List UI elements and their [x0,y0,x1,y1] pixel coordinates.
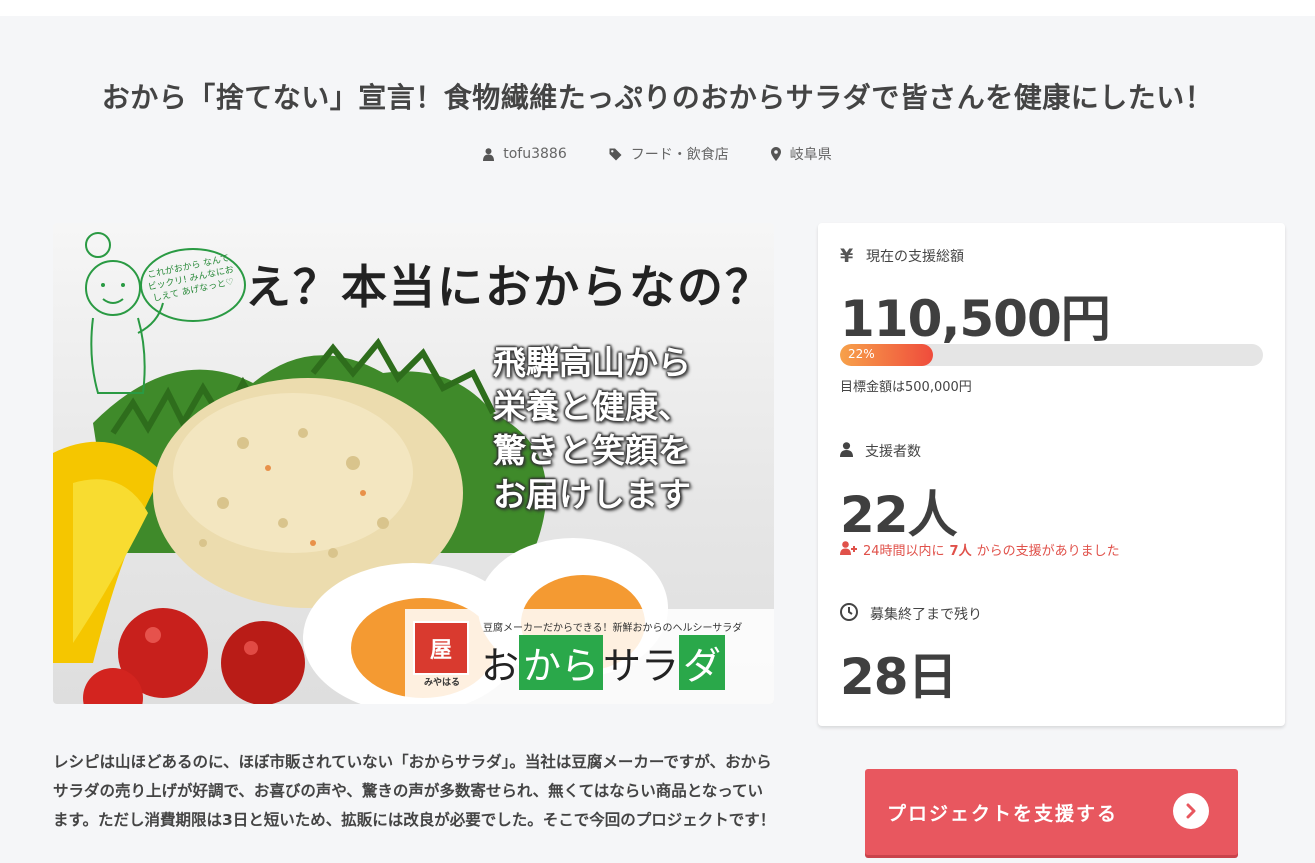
user-plus-icon [840,540,858,559]
backers-value: 22人 [840,486,958,544]
backers-label-text: 支援者数 [865,444,921,460]
meta-category[interactable]: フード・飲食店 [609,144,729,164]
funding-stats-card: ¥ 現在の支援総額 110,500円 22% 目標金額は500,000円 支援者… [818,223,1285,726]
hero-subtext: 飛騨高山から 栄養と健康、 驚きと笑顔を お届けします [493,343,691,514]
progress-percent: 22% [848,347,875,361]
page-title: おから「捨てない」宣言！食物繊維たっぷりのおからサラダで皆さんを健康にしたい！ [101,81,1214,114]
recent-count: 7人 [949,544,972,559]
project-hero-image[interactable]: え？本当におからなの？ 飛騨高山から 栄養と健康、 驚きと笑顔を お届けします … [53,223,774,704]
yen-icon: ¥ [840,245,854,267]
hero-headline: え？本当におからなの？ [245,260,773,314]
amount-label: ¥ 現在の支援総額 [840,245,964,267]
brand-tagline: 豆腐メーカーだからできる！新鮮おからのヘルシーサラダ [483,623,743,634]
meta-owner[interactable]: tofu3886 [483,144,567,164]
map-pin-icon [770,147,781,161]
tag-icon [609,148,622,161]
recent-backers-notice: 24時間以内に 7人 からの支援がありました [840,540,1120,559]
backers-label: 支援者数 [840,441,921,461]
meta-location[interactable]: 岐阜県 [770,144,832,164]
brand-name-part: お [481,644,520,688]
brand-name-part: ダ [679,635,726,690]
chevron-right-circle-icon [1173,793,1209,829]
brand-logo: 屋 [413,621,469,675]
recent-prefix: 24時間以内に [863,544,945,559]
brand-name-part: から [519,635,604,690]
support-project-button[interactable]: プロジェクトを支援する [865,769,1238,855]
remaining-value: 28日 [840,648,958,706]
clock-icon [840,603,858,625]
brand-name-part: サラ [603,644,680,688]
progress-fill: 22% [840,344,934,366]
remaining-label-text: 募集終了まで残り [870,607,982,623]
location-label: 岐阜県 [789,147,832,163]
project-description: レシピは山ほどあるのに、ほぼ市販されていない「おからサラダ」。当社は豆腐メーカー… [53,753,776,829]
top-bar [0,0,1315,16]
recent-suffix: からの支援がありました [976,544,1120,559]
goal-amount: 目標金額は500,000円 [840,380,972,395]
project-meta: tofu3886 フード・飲食店 岐阜県 [0,144,1315,164]
owner-name: tofu3886 [503,146,567,162]
amount-value: 110,500円 [840,290,1111,348]
user-icon [483,147,495,161]
brand-logo-sub: みやはる [423,678,460,688]
category-label: フード・飲食店 [630,147,729,163]
funding-progress-bar: 22% [840,344,1263,366]
brand-name: お から サラ ダ [481,635,726,690]
amount-label-text: 現在の支援総額 [866,249,964,265]
user-icon [840,441,853,461]
remaining-label: 募集終了まで残り [840,603,982,625]
support-button-label: プロジェクトを支援する [887,802,1119,825]
